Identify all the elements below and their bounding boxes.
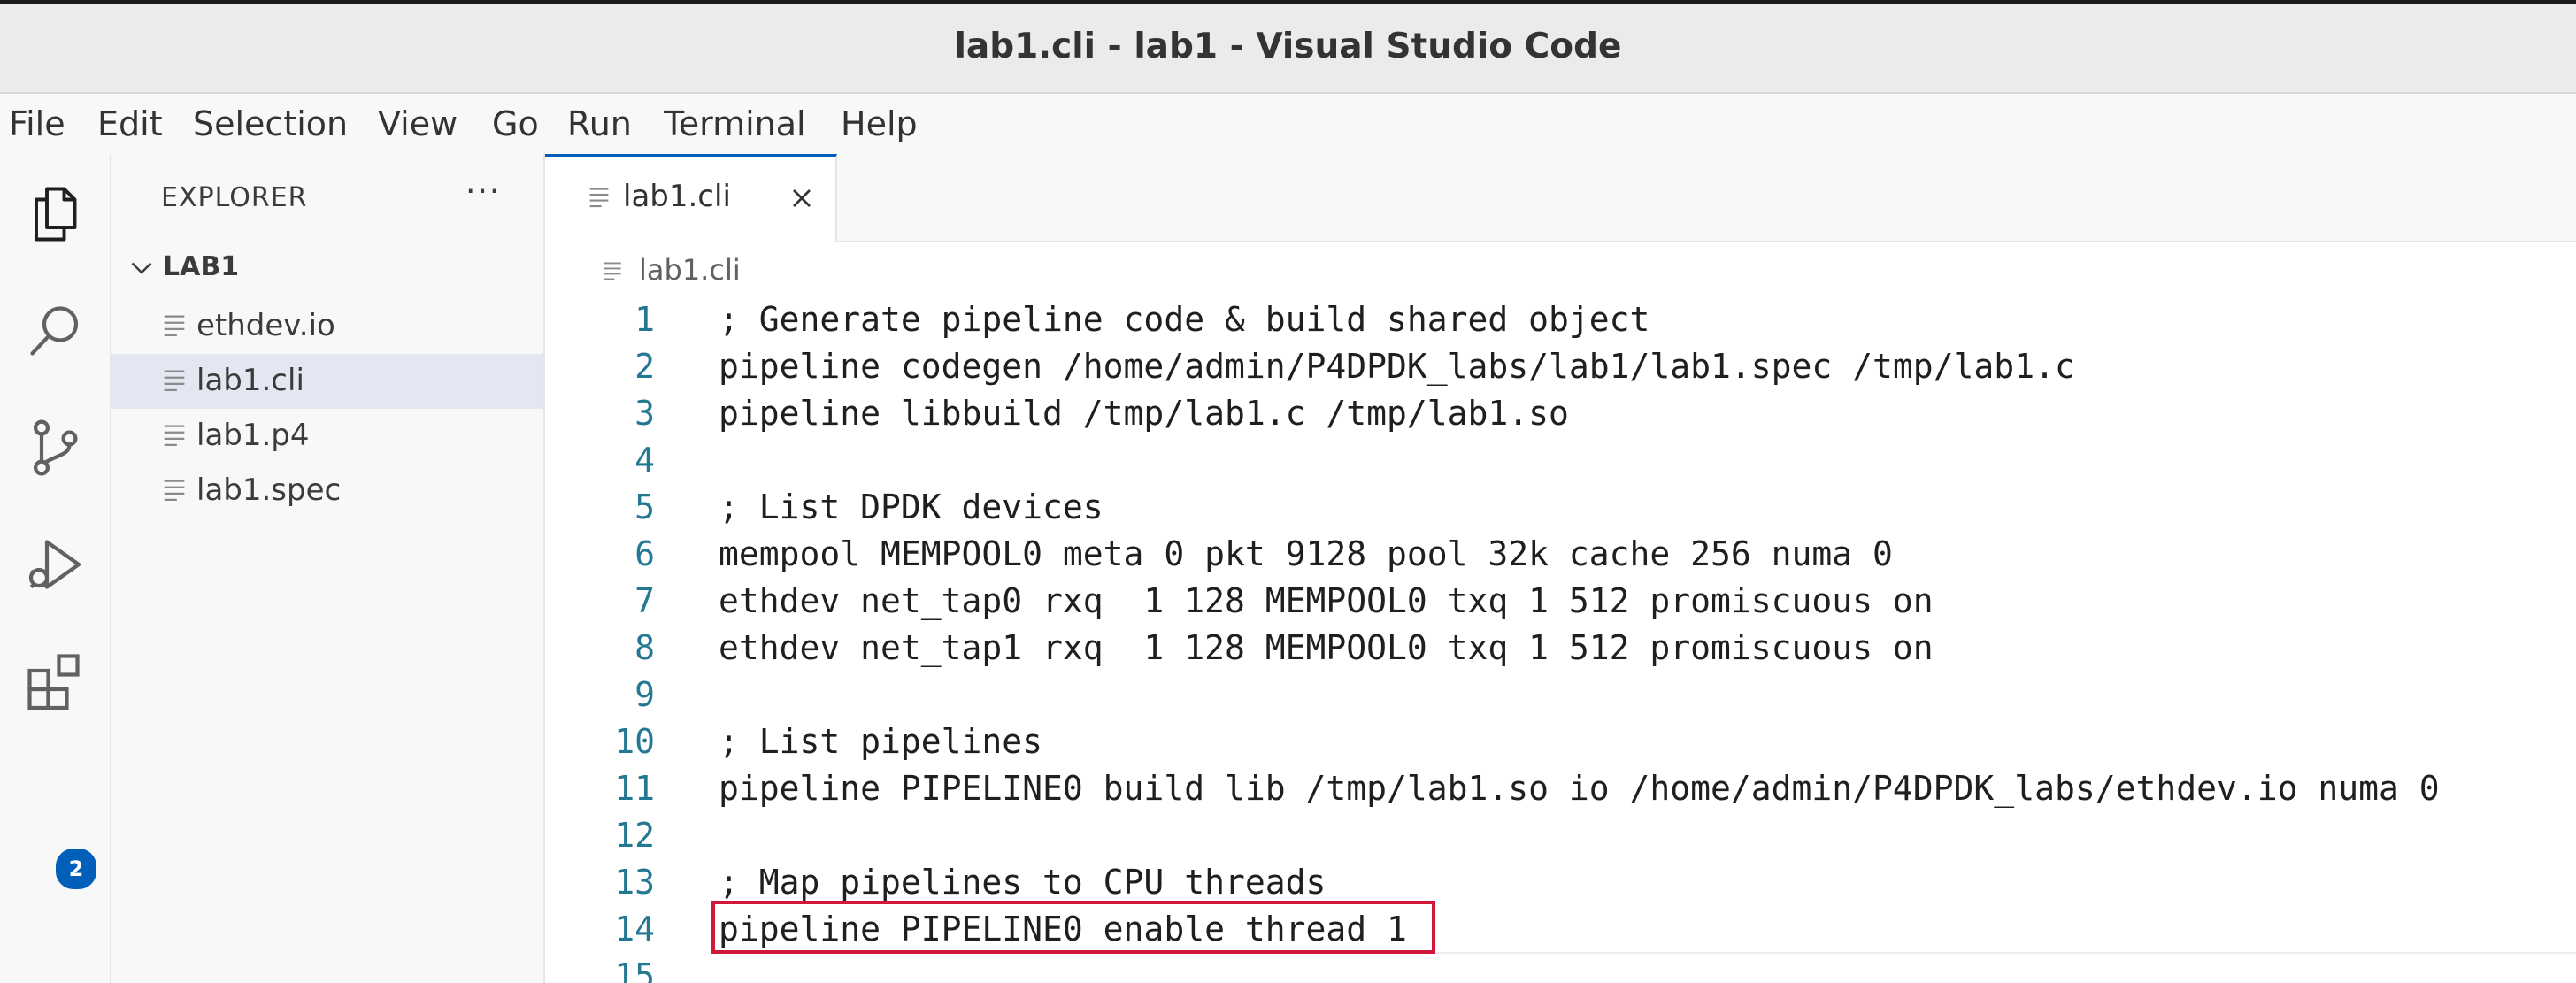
file-lines-icon	[604, 262, 621, 280]
file-lines-icon	[589, 188, 609, 208]
menu-terminal[interactable]: Terminal	[664, 104, 806, 143]
menu-run[interactable]: Run	[567, 104, 632, 143]
code-line: 11 pipeline PIPELINE0 build lib /tmp/lab…	[545, 769, 2576, 816]
file-label: lab1.spec	[196, 472, 342, 508]
code-line: 7 ethdev net_tap0 rxq 1 128 MEMPOOL0 txq…	[545, 581, 2576, 628]
line-text: mempool MEMPOOL0 meta 0 pkt 9128 pool 32…	[719, 534, 1893, 573]
line-number: 5	[634, 488, 655, 526]
line-number: 6	[634, 534, 655, 573]
close-icon[interactable]	[786, 182, 818, 214]
line-text: pipeline PIPELINE0 build lib /tmp/lab1.s…	[719, 769, 2440, 808]
menu-edit[interactable]: Edit	[97, 104, 163, 143]
tab-label: lab1.cli	[623, 179, 731, 214]
line-number: 10	[614, 722, 655, 761]
file-lines-icon	[164, 480, 185, 502]
menu-file[interactable]: File	[9, 104, 65, 143]
line-text: ; Generate pipeline code & build shared …	[719, 300, 1650, 339]
code-line: 6 mempool MEMPOOL0 meta 0 pkt 9128 pool …	[545, 534, 2576, 581]
line-number: 8	[634, 628, 655, 667]
window-title: lab1.cli - lab1 - Visual Studio Code	[954, 27, 1622, 66]
file-lines-icon	[164, 370, 185, 392]
menu-help[interactable]: Help	[841, 104, 918, 143]
line-text: pipeline codegen /home/admin/P4DPDK_labs…	[719, 347, 2075, 386]
code-line: 12	[545, 816, 2576, 863]
line-text: ; List DPDK devices	[719, 488, 1103, 526]
extensions-badge: 2	[53, 846, 99, 892]
file-lines-icon	[164, 315, 185, 337]
code-line: 1 ; Generate pipeline code & build share…	[545, 300, 2576, 347]
code-line: 3 pipeline libbuild /tmp/lab1.c /tmp/lab…	[545, 394, 2576, 441]
menu-bar: File Edit Selection View Go Run Terminal…	[0, 94, 2576, 154]
folder-name: LAB1	[163, 251, 240, 282]
source-control-icon[interactable]	[23, 416, 87, 480]
file-item-ethdev-io[interactable]: ethdev.io	[111, 299, 543, 354]
line-text: ; List pipelines	[719, 722, 1043, 761]
chevron-down-icon	[131, 262, 152, 274]
line-number: 7	[634, 581, 655, 620]
line-number: 2	[634, 347, 655, 386]
file-label: ethdev.io	[196, 308, 335, 343]
tab-lab1-cli[interactable]: lab1.cli	[545, 154, 837, 242]
line-number: 11	[614, 769, 655, 808]
menu-selection[interactable]: Selection	[193, 104, 348, 143]
run-debug-icon[interactable]	[23, 533, 87, 596]
file-label: lab1.cli	[196, 363, 304, 398]
search-icon[interactable]	[23, 299, 87, 363]
file-label: lab1.p4	[196, 418, 310, 453]
highlight-annotation-box	[711, 901, 1435, 954]
line-number: 3	[634, 394, 655, 433]
tab-bar: lab1.cli	[545, 154, 2576, 242]
extensions-icon[interactable]	[23, 649, 87, 713]
explorer-sidebar: EXPLORER ··· LAB1 ethdev.io lab1.cli lab…	[111, 154, 545, 983]
folder-lab1[interactable]: LAB1	[126, 250, 542, 288]
code-line: 5 ; List DPDK devices	[545, 488, 2576, 534]
line-number: 1	[634, 300, 655, 339]
activity-bar: 2	[0, 154, 111, 983]
line-text: ethdev net_tap0 rxq 1 128 MEMPOOL0 txq 1…	[719, 581, 1934, 620]
line-number: 12	[614, 816, 655, 855]
code-line: 10 ; List pipelines	[545, 722, 2576, 769]
code-line: 15	[545, 956, 2576, 983]
code-line: 8 ethdev net_tap1 rxq 1 128 MEMPOOL0 txq…	[545, 628, 2576, 675]
file-lines-icon	[164, 425, 185, 447]
file-item-lab1-p4[interactable]: lab1.p4	[111, 409, 543, 464]
current-line-indicator	[1435, 952, 2576, 954]
line-number: 13	[614, 863, 655, 902]
line-number: 15	[614, 956, 655, 983]
code-editor[interactable]: 1 ; Generate pipeline code & build share…	[545, 296, 2576, 983]
menu-view[interactable]: View	[378, 104, 458, 143]
more-actions-icon[interactable]: ···	[465, 173, 501, 210]
menu-go[interactable]: Go	[492, 104, 539, 143]
explorer-title: EXPLORER	[161, 182, 308, 213]
explorer-icon[interactable]	[23, 182, 87, 246]
line-number: 14	[614, 910, 655, 948]
code-line: 2 pipeline codegen /home/admin/P4DPDK_la…	[545, 347, 2576, 394]
line-text: pipeline libbuild /tmp/lab1.c /tmp/lab1.…	[719, 394, 1569, 433]
breadcrumb-file: lab1.cli	[639, 253, 741, 287]
line-text: ethdev net_tap1 rxq 1 128 MEMPOOL0 txq 1…	[719, 628, 1934, 667]
file-item-lab1-cli[interactable]: lab1.cli	[111, 354, 543, 409]
line-number: 4	[634, 441, 655, 480]
line-number: 9	[634, 675, 655, 714]
title-bar: lab1.cli - lab1 - Visual Studio Code	[0, 0, 2576, 94]
file-item-lab1-spec[interactable]: lab1.spec	[111, 464, 543, 518]
code-line: 4	[545, 441, 2576, 488]
code-line: 9	[545, 675, 2576, 722]
line-text: ; Map pipelines to CPU threads	[719, 863, 1326, 902]
